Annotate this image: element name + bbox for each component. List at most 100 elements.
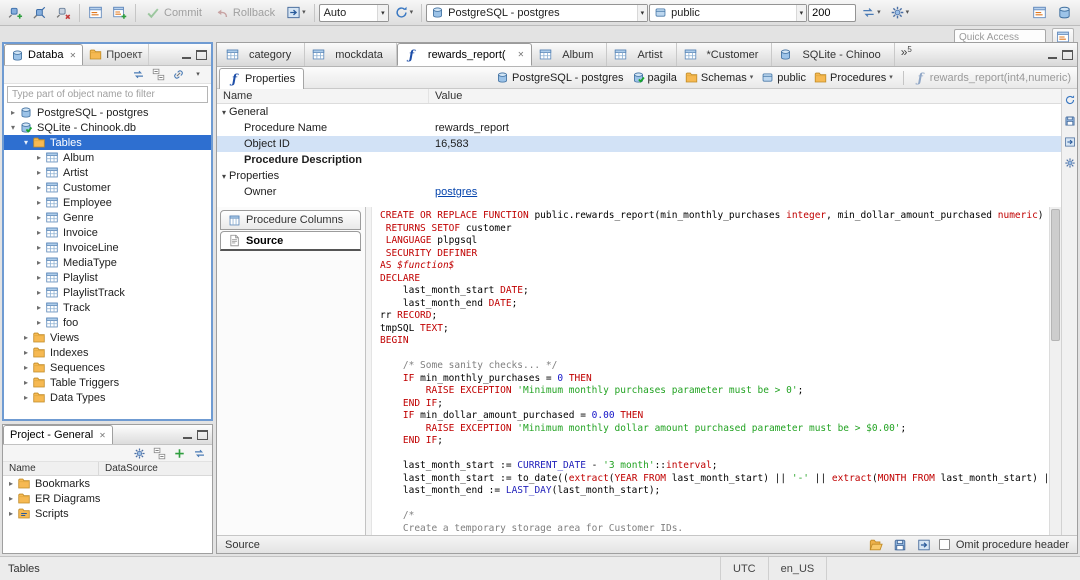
tree-item-artist[interactable]: ▸ Artist: [4, 165, 211, 180]
sync-icon[interactable]: [190, 445, 208, 461]
expander-collapsed-icon[interactable]: ▸: [33, 228, 45, 237]
column-name[interactable]: Name: [3, 462, 99, 475]
minimize-icon[interactable]: [181, 50, 192, 60]
expander-collapsed-icon[interactable]: ▸: [33, 198, 45, 207]
maximize-icon[interactable]: [196, 49, 207, 60]
maximize-icon[interactable]: [197, 429, 208, 440]
timezone-indicator[interactable]: UTC: [720, 557, 768, 580]
collapse-all-icon[interactable]: [150, 445, 168, 461]
expander-expanded-icon[interactable]: ▾: [20, 138, 32, 147]
editor-tab-mockdata[interactable]: mockdata: [305, 43, 397, 66]
link-editor-icon[interactable]: [169, 67, 187, 83]
minimize-icon[interactable]: [182, 430, 193, 440]
expander-collapsed-icon[interactable]: ▸: [5, 509, 17, 518]
expander-collapsed-icon[interactable]: ▸: [33, 303, 45, 312]
grid-row-object-id[interactable]: Object ID 16,583: [217, 136, 1061, 152]
add-icon[interactable]: [170, 445, 188, 461]
expander-collapsed-icon[interactable]: ▸: [33, 153, 45, 162]
omit-procedure-header-checkbox[interactable]: [938, 539, 950, 550]
grid-row-procedure-description[interactable]: Procedure Description: [217, 152, 1061, 168]
view-menu-icon[interactable]: ▾: [189, 67, 207, 83]
transaction-log-button[interactable]: ▾: [282, 2, 310, 24]
editor-tab-category[interactable]: category: [219, 43, 306, 66]
editor-tab-rewards-report[interactable]: ƒ rewards_report(✕: [396, 43, 533, 66]
save-icon[interactable]: [891, 537, 909, 553]
chevron-down-icon[interactable]: ▾: [377, 4, 388, 21]
tree-item-tables[interactable]: ▾ Tables: [4, 135, 211, 150]
connect-icon[interactable]: [28, 2, 51, 24]
tree-item-sequences[interactable]: ▸ Sequences: [4, 360, 211, 375]
owner-link[interactable]: postgres: [435, 186, 477, 198]
tab-database-navigator[interactable]: Databa ✕: [4, 44, 84, 65]
tree-item-track[interactable]: ▸ Track: [4, 300, 211, 315]
new-connection-icon[interactable]: [4, 2, 27, 24]
expander-collapsed-icon[interactable]: ▸: [20, 348, 32, 357]
breadcrumb-schemas[interactable]: Schemas ▾: [685, 71, 753, 84]
expander-collapsed-icon[interactable]: ▸: [33, 273, 45, 282]
close-icon[interactable]: ✕: [518, 50, 525, 59]
minimize-icon[interactable]: [1047, 50, 1058, 60]
breadcrumb-public[interactable]: public: [761, 71, 806, 84]
expander-collapsed-icon[interactable]: ▸: [20, 393, 32, 402]
project-item-er-diagrams[interactable]: ▸ ER Diagrams: [3, 491, 212, 506]
project-item-bookmarks[interactable]: ▸ Bookmarks: [3, 476, 212, 491]
grid-row-procedure-name[interactable]: Procedure Name rewards_report: [217, 120, 1061, 136]
tree-item-data-types[interactable]: ▸ Data Types: [4, 390, 211, 405]
column-name[interactable]: Name: [217, 89, 429, 103]
expander-collapsed-icon[interactable]: ▸: [33, 318, 45, 327]
tree-item-genre[interactable]: ▸ Genre: [4, 210, 211, 225]
expander-collapsed-icon[interactable]: ▸: [7, 108, 19, 117]
grid-group-properties[interactable]: ▾ Properties: [217, 168, 1061, 184]
tree-item-invoiceline[interactable]: ▸ InvoiceLine: [4, 240, 211, 255]
schema-combo[interactable]: public ▾: [649, 3, 808, 22]
chevron-down-icon[interactable]: ▾: [750, 74, 754, 81]
commit-button[interactable]: Commit: [140, 2, 208, 24]
new-sql-editor-icon[interactable]: [108, 2, 131, 24]
tree-item-album[interactable]: ▸ Album: [4, 150, 211, 165]
expander-collapsed-icon[interactable]: ▸: [33, 258, 45, 267]
section-tab-source[interactable]: Source: [220, 231, 361, 251]
tree-item-customer[interactable]: ▸ Customer: [4, 180, 211, 195]
source-viewer[interactable]: CREATE OR REPLACE FUNCTION public.reward…: [365, 207, 1061, 535]
expander-expanded-icon[interactable]: ▾: [222, 172, 226, 181]
maximize-icon[interactable]: [1062, 49, 1073, 60]
tree-item-foo[interactable]: ▸ foo: [4, 315, 211, 330]
collapse-all-icon[interactable]: [149, 67, 167, 83]
export-icon[interactable]: [1061, 134, 1079, 150]
tab-properties[interactable]: ƒ Properties: [219, 67, 305, 89]
close-icon[interactable]: ✕: [99, 431, 106, 440]
tab-overflow[interactable]: » 5: [895, 43, 916, 66]
show-view-icon[interactable]: [1028, 2, 1051, 24]
filter-input[interactable]: [7, 86, 208, 103]
editor-tab-customer[interactable]: *Customer: [677, 43, 773, 66]
column-datasource[interactable]: DataSource: [99, 463, 158, 474]
expander-collapsed-icon[interactable]: ▸: [20, 363, 32, 372]
source-scrollbar[interactable]: [1049, 207, 1061, 535]
grid-row-owner[interactable]: Owner postgres: [217, 184, 1061, 200]
rollback-button[interactable]: Rollback: [209, 2, 281, 24]
editor-tab-artist[interactable]: Artist: [607, 43, 677, 66]
expander-collapsed-icon[interactable]: ▸: [33, 213, 45, 222]
database-tasks-icon[interactable]: [1053, 2, 1076, 24]
fetch-size-input[interactable]: [808, 3, 857, 22]
refresh-button[interactable]: ▾: [390, 2, 418, 24]
tree-item-playlist[interactable]: ▸ Playlist: [4, 270, 211, 285]
export-icon[interactable]: [915, 537, 933, 553]
expander-collapsed-icon[interactable]: ▸: [33, 183, 45, 192]
chevron-down-icon[interactable]: ▾: [795, 4, 807, 21]
tree-item-views[interactable]: ▸ Views: [4, 330, 211, 345]
locale-indicator[interactable]: en_US: [767, 557, 828, 580]
expander-collapsed-icon[interactable]: ▸: [5, 479, 17, 488]
editor-tab-album[interactable]: Album: [532, 43, 608, 66]
tree-item-table-triggers[interactable]: ▸ Table Triggers: [4, 375, 211, 390]
breadcrumb-rewards-report-int4-numeric[interactable]: ƒ rewards_report(int4,numeric): [914, 71, 1071, 85]
tree-item-invoice[interactable]: ▸ Invoice: [4, 225, 211, 240]
section-tab-procedure-columns[interactable]: Procedure Columns: [220, 210, 361, 230]
tools-button[interactable]: ▾: [886, 2, 914, 24]
expander-collapsed-icon[interactable]: ▸: [20, 378, 32, 387]
commit-mode-combo[interactable]: Auto ▾: [318, 3, 389, 22]
grid-group-general[interactable]: ▾ General: [217, 104, 1061, 120]
tree-item-indexes[interactable]: ▸ Indexes: [4, 345, 211, 360]
expander-collapsed-icon[interactable]: ▸: [33, 243, 45, 252]
data-transfer-button[interactable]: ▾: [857, 2, 885, 24]
